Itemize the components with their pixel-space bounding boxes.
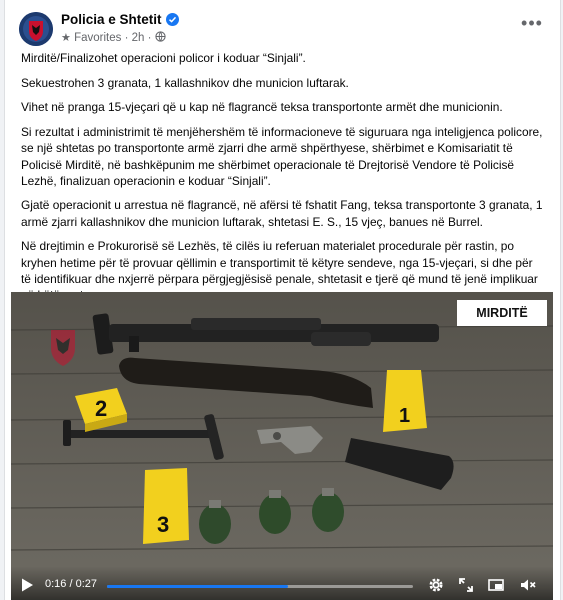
video-time: 0:16 / 0:27	[45, 578, 97, 590]
video-player[interactable]: 2 1 3 MIRDITË 0:16 / 0:27	[11, 292, 553, 600]
more-options-button[interactable]: •••	[517, 14, 547, 40]
duration: 0:27	[75, 578, 98, 590]
picture-in-picture-icon[interactable]	[487, 576, 505, 594]
post-paragraph: Gjatë operacionit u arrestua në flagranc…	[21, 198, 543, 229]
page-name-link[interactable]: Policia e Shtetit	[61, 12, 162, 27]
gear-icon[interactable]	[427, 576, 445, 594]
post-paragraph: Mirditë/Finalizohet operacioni policor i…	[21, 51, 306, 65]
evidence-marker-3: 3	[143, 468, 189, 544]
marker-2-label: 2	[95, 396, 107, 421]
expand-icon[interactable]	[457, 576, 475, 594]
marker-1-label: 1	[399, 405, 410, 427]
verified-badge-icon	[165, 13, 179, 26]
globe-icon	[155, 31, 166, 42]
post-card: Policia e Shtetit ★ Favorites · 2h · •••…	[4, 0, 561, 600]
meta-separator-2: ·	[147, 32, 152, 44]
video-progress-fill	[107, 585, 288, 588]
current-time: 0:16	[45, 578, 67, 590]
page-name-row: Policia e Shtetit	[61, 12, 179, 27]
evidence-marker-1: 1	[383, 370, 427, 432]
post-meta: ★ Favorites · 2h ·	[61, 31, 166, 44]
marker-3-label: 3	[157, 512, 169, 537]
post-timestamp[interactable]: 2h	[132, 32, 145, 44]
audience-label[interactable]: Favorites	[74, 32, 121, 44]
video-controls: 0:16 / 0:27	[11, 566, 553, 600]
meta-separator: ·	[124, 32, 129, 44]
more-horizontal-icon: •••	[521, 13, 543, 33]
post-paragraph: Sekuestrohen 3 granata, 1 kallashnikov d…	[21, 75, 349, 90]
page-avatar[interactable]	[19, 12, 53, 46]
video-progress-bar[interactable]	[107, 585, 413, 588]
star-icon: ★	[61, 32, 71, 44]
post-header: Policia e Shtetit ★ Favorites · 2h · •••	[17, 10, 547, 50]
time-separator: /	[69, 578, 73, 590]
post-body: Mirditë/Finalizohet operacioni policor i…	[21, 50, 543, 312]
play-icon[interactable]	[19, 577, 35, 593]
volume-muted-icon[interactable]	[519, 576, 537, 594]
post-paragraph: Vihet në pranga 15-vjeçari që u kap në f…	[21, 100, 503, 115]
region-tag: MIRDITË	[457, 300, 547, 326]
police-emblem-icon	[19, 12, 53, 46]
post-paragraph: Si rezultat i administrimit të menjëhers…	[21, 125, 543, 188]
video-frame: 2 1 3	[11, 292, 553, 600]
